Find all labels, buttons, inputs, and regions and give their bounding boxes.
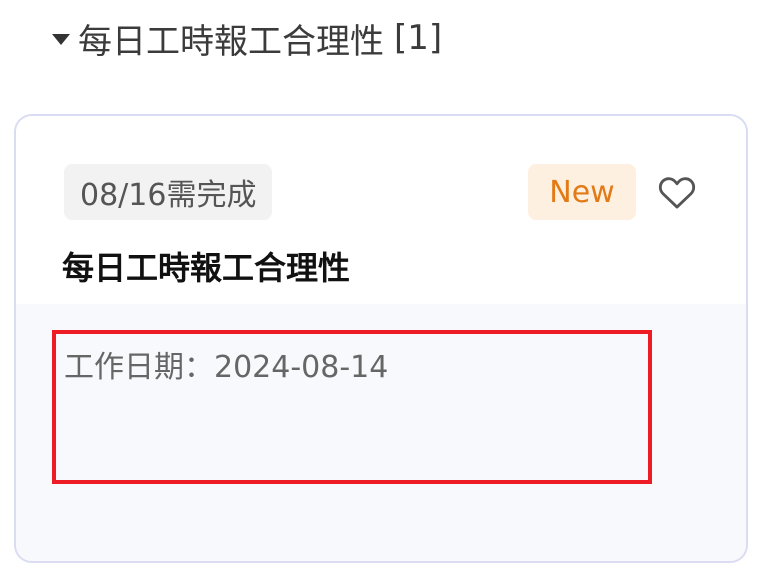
section-title: 每日工時報工合理性 (78, 21, 384, 62)
section-header[interactable]: 每日工時報工合理性 [1] (52, 14, 442, 62)
section-count: [1] (394, 18, 443, 58)
task-card[interactable]: 08/16需完成 New 每日工時報工合理性 工作日期：2024-08-14 (14, 114, 748, 563)
card-title: 每日工時報工合理性 (62, 249, 351, 287)
due-date-tag: 08/16需完成 (64, 164, 273, 220)
highlight-box (52, 330, 652, 484)
heart-outline-icon[interactable] (658, 174, 696, 210)
new-badge: New (528, 164, 636, 220)
caret-down-icon[interactable] (52, 33, 70, 45)
